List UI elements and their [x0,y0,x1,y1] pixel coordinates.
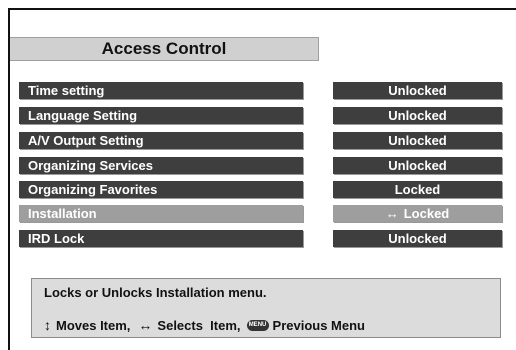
status-installation-label: Locked [403,206,450,221]
status-time-setting[interactable]: Unlocked [333,82,502,99]
menu-item-time-setting[interactable]: Time setting [19,82,303,99]
menu-item-installation[interactable]: Installation [19,205,303,222]
left-right-arrow-icon: ↔ [138,317,153,333]
left-right-arrow-icon: ↔ [385,206,399,221]
menu-item-ird-lock[interactable]: IRD Lock [19,230,303,247]
frame-top-border [8,8,516,10]
menu-button-icon: MENU [246,319,269,331]
menu-item-language-setting[interactable]: Language Setting [19,107,303,124]
menu-item-organizing-favorites[interactable]: Organizing Favorites [19,181,303,198]
status-av-output-setting[interactable]: Unlocked [333,132,502,149]
status-installation[interactable]: ↔ Locked [333,205,502,222]
page-title: Access Control [10,37,319,61]
menu-item-organizing-services[interactable]: Organizing Services [19,157,303,174]
status-ird-lock[interactable]: Unlocked [333,230,502,247]
status-organizing-favorites[interactable]: Locked [333,181,502,198]
key-legend: ↕ Moves Item, ↔ Selects Item, MENU Previ… [44,317,365,333]
up-down-arrow-icon: ↕ [44,317,51,333]
moves-item-label: Moves Item, [56,317,131,333]
previous-menu-label: Previous Menu [272,317,365,333]
help-panel: Locks or Unlocks Installation menu. ↕ Mo… [31,278,501,338]
help-description: Locks or Unlocks Installation menu. [44,285,267,300]
menu-item-av-output-setting[interactable]: A/V Output Setting [19,132,303,149]
selects-item-label: Selects Item, [157,317,241,333]
status-language-setting[interactable]: Unlocked [333,107,502,124]
status-organizing-services[interactable]: Unlocked [333,157,502,174]
